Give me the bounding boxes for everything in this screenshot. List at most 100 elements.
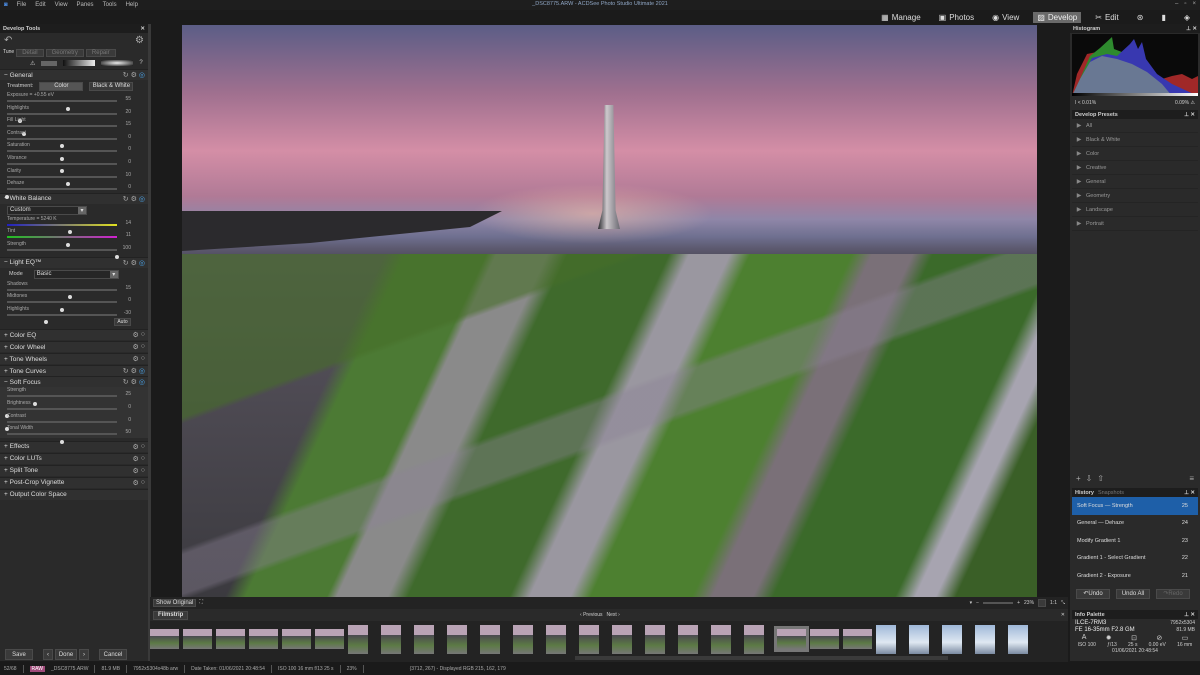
mode-edit[interactable]: ✂ Edit [1091,12,1123,23]
history-item[interactable]: Soft Focus — Strength 25 [1072,497,1198,515]
eye-settings-icon[interactable]: ◈ [1180,12,1194,23]
minimize-icon[interactable]: – [1175,1,1178,7]
slider-track[interactable] [7,100,117,111]
wb-preset-select[interactable]: Custom ▾ [7,205,87,215]
filmstrip-thumbnail[interactable] [414,624,434,654]
slider-track[interactable] [7,395,117,406]
slider-track[interactable] [7,125,117,136]
slider-value[interactable]: 0 [128,184,131,190]
slider-track[interactable] [7,301,117,312]
power-icon[interactable]: ○ [141,479,145,487]
redo-button[interactable]: ↷ Redo [1156,588,1190,599]
done-button[interactable]: Done [55,649,77,660]
slider-track[interactable] [7,236,117,247]
history-item[interactable]: Gradient 1 - Select Gradient 22 [1072,550,1198,568]
mode-photos[interactable]: ▣ Photos [935,12,978,23]
add-icon[interactable]: + [1076,474,1081,486]
filmstrip-thumbnail[interactable] [183,629,212,649]
gear-icon[interactable]: ⚙ [132,455,138,463]
pin-close-icon[interactable]: ⊥ ✕ [1186,26,1197,32]
previous-button[interactable]: ‹ [43,649,53,660]
filmstrip-thumbnail[interactable] [480,624,500,654]
slider-highlights[interactable]: Highlights 20 [0,105,148,124]
expand-icon[interactable]: ▶ [1072,206,1086,213]
close-icon[interactable]: × [1192,1,1196,7]
ratio-button[interactable]: 1:1 [1050,600,1057,606]
gear-icon[interactable]: ⚙ [131,259,137,267]
slider-strength[interactable]: Strength 100 [0,241,148,260]
filmstrip-thumbnail[interactable] [744,624,764,654]
section-output-color-space[interactable]: + Output Color Space [0,488,148,500]
warning-icon[interactable]: ⚠ [30,60,35,67]
reset-icon[interactable]: ↻ [123,378,129,386]
gear-icon[interactable]: ⚙ [131,71,137,79]
pin-close-icon[interactable]: ⊥ ✕ [1184,490,1195,496]
treatment-bw-button[interactable]: Black & White [89,81,134,91]
slider-tonal[interactable]: Tonal Width 50 [0,425,148,444]
slider-value[interactable]: 0 [128,146,131,152]
tab-tune[interactable]: Tune [3,49,14,57]
section-color-eq[interactable]: + Color EQ ⚙ ○ [0,329,148,341]
slider-strength[interactable]: Strength 25 [0,387,148,406]
preset-folder[interactable]: ▶ Landscape [1072,203,1198,217]
power-icon[interactable]: ◎ [139,259,145,267]
slider-shadows[interactable]: Shadows 15 [0,281,148,300]
filmstrip-thumbnail[interactable] [315,629,344,649]
slider-saturation[interactable]: Saturation 0 [0,142,148,161]
slider-track[interactable] [7,433,117,444]
slider-value[interactable]: 55 [125,96,131,102]
cancel-button[interactable]: Cancel [99,649,127,660]
filmstrip-thumbnail[interactable] [447,624,467,654]
slider-tint[interactable]: Tint 11 [0,228,148,247]
show-original-button[interactable]: Show Original [153,599,197,607]
slider-value[interactable]: 50 [125,429,131,435]
history-item[interactable]: General — Dehaze 24 [1072,515,1198,533]
section-color-wheel[interactable]: + Color Wheel ⚙ ○ [0,341,148,353]
365-icon[interactable]: ⊛ [1133,12,1148,23]
power-icon[interactable]: ◎ [139,378,145,386]
preset-folder[interactable]: ▶ Portrait [1072,217,1198,231]
power-icon[interactable]: ◎ [139,195,145,203]
section-light-eq[interactable]: − Light EQ™ ↻ ⚙ ◎ [0,256,148,268]
section-effects[interactable]: + Effects ⚙ ○ [0,440,148,452]
section-split-tone[interactable]: + Split Tone ⚙ ○ [0,464,148,476]
filmstrip-thumbnail[interactable] [942,624,962,654]
expand-icon[interactable]: ▶ [1072,150,1086,157]
slider-value[interactable]: 0 [128,417,131,423]
gear-icon[interactable]: ⚙ [132,467,138,475]
slider-track[interactable] [7,150,117,161]
filmstrip-thumbnail[interactable] [249,629,278,649]
slider-value[interactable]: 25 [125,391,131,397]
slider-brightness[interactable]: Brightness 0 [0,400,148,419]
slider-dehaze[interactable]: Dehaze 0 [0,180,148,199]
pin-close-icon[interactable]: ⊥ ✕ [1184,612,1195,618]
next-button[interactable]: › [79,649,89,660]
gradient-tool-icon[interactable] [41,60,58,66]
filmstrip-thumbnail[interactable] [579,624,599,654]
power-icon[interactable]: ○ [141,455,145,463]
slider-value[interactable]: 10 [125,172,131,178]
zoom-menu-icon[interactable]: ▾ [970,600,973,606]
photo-canvas[interactable] [182,25,1037,597]
slider-value[interactable]: 0 [128,134,131,140]
filmstrip-thumbnail[interactable] [810,629,839,649]
slider-track[interactable] [7,162,117,174]
slider-knob[interactable] [43,320,48,325]
slider-vibrance[interactable]: Vibrance 0 [0,155,148,174]
section-tone-wheels[interactable]: + Tone Wheels ⚙ ○ [0,353,148,365]
filmstrip-thumbnail[interactable] [876,624,896,654]
filmstrip-thumbnail[interactable] [774,626,809,652]
filmstrip-scrollbar[interactable] [575,656,948,660]
mode-develop[interactable]: ▨ Develop [1033,11,1082,23]
slider-track[interactable] [7,112,117,124]
undo-all-button[interactable]: Undo All [1116,588,1150,599]
zoom-slider[interactable] [983,602,1014,604]
power-icon[interactable]: ○ [141,467,145,475]
nav-icon[interactable]: ⤡ [1061,600,1065,606]
filmstrip-thumbnail[interactable] [909,624,929,654]
slider-highlights[interactable]: Highlights -30 [0,306,148,325]
light-eq-mode-select[interactable]: Basic ▾ [33,269,119,279]
filmstrip-tab[interactable]: Filmstrip [153,610,189,620]
history-item[interactable]: Modify Gradient 1 23 [1072,532,1198,550]
filmstrip-thumbnail[interactable] [546,624,566,654]
